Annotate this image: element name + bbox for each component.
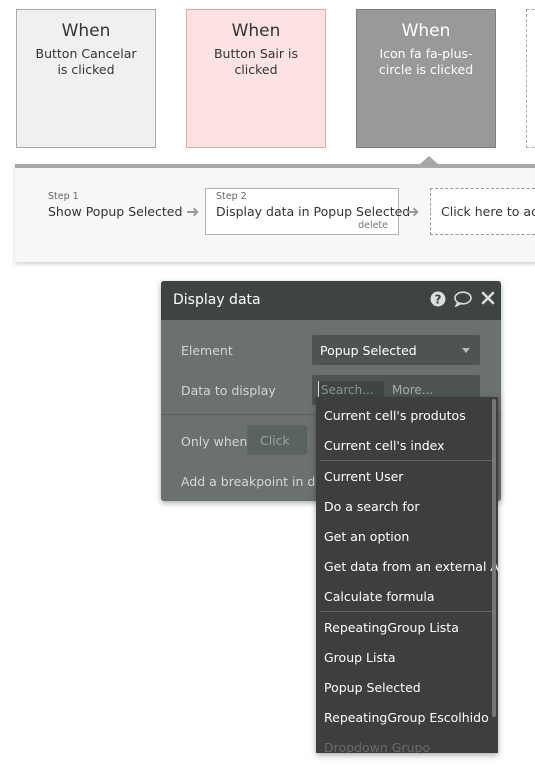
event-description: Button Cancelar is clicked bbox=[35, 46, 137, 77]
dropdown-item[interactable]: Get data from an external API bbox=[324, 559, 498, 574]
dropdown-item[interactable]: Current User bbox=[324, 469, 403, 484]
dropdown-item[interactable]: Current cell's index bbox=[324, 438, 445, 453]
dropdown-item[interactable]: Popup Selected bbox=[324, 680, 421, 695]
event-card-plus-circle[interactable]: When Icon fa fa-plus-circle is clicked bbox=[356, 9, 496, 148]
dropdown-item[interactable]: RepeatingGroup Escolhido bbox=[324, 710, 489, 725]
step-1-name[interactable]: Show Popup Selected bbox=[48, 204, 182, 219]
step-1-number: Step 1 bbox=[48, 191, 79, 202]
breakpoint-label[interactable]: Add a breakpoint in deb bbox=[181, 474, 331, 489]
event-card-cancelar[interactable]: When Button Cancelar is clicked bbox=[16, 9, 156, 148]
step-2-card[interactable]: Step 2 Display data in Popup Selected de… bbox=[205, 188, 410, 235]
dropdown-item[interactable]: Dropdown Grupo bbox=[324, 740, 430, 753]
step-delete-link[interactable]: delete bbox=[358, 220, 388, 231]
event-description: Button Sair is clicked bbox=[213, 46, 298, 77]
dropdown-separator bbox=[320, 611, 492, 612]
event-card-sair[interactable]: When Button Sair is clicked bbox=[186, 9, 326, 148]
add-step-button[interactable]: Click here to add bbox=[430, 188, 535, 235]
close-icon[interactable] bbox=[481, 291, 495, 309]
dropdown-separator bbox=[320, 460, 492, 461]
svg-text:?: ? bbox=[435, 293, 442, 307]
dropdown-item[interactable]: Group Lista bbox=[324, 650, 396, 665]
event-description: Icon fa fa-plus-circle is clicked bbox=[378, 46, 474, 77]
dropdown-item[interactable]: RepeatingGroup Lista bbox=[324, 620, 459, 635]
chevron-down-icon bbox=[462, 348, 470, 353]
element-dropdown[interactable]: Popup Selected bbox=[312, 335, 480, 365]
dropdown-item[interactable]: Do a search for bbox=[324, 499, 420, 514]
only-when-label: Only when bbox=[181, 434, 248, 449]
dropdown-item[interactable]: Get an option bbox=[324, 529, 409, 544]
event-when-label: When bbox=[401, 21, 451, 41]
selected-event-pointer bbox=[420, 156, 438, 164]
editor-header: Display data ? bbox=[161, 281, 501, 320]
arrow-right-icon: ➜ bbox=[186, 202, 200, 221]
data-source-dropdown[interactable]: Current cell's produtos Current cell's i… bbox=[316, 397, 498, 753]
event-when-label: When bbox=[61, 21, 111, 41]
comment-icon[interactable] bbox=[454, 291, 472, 311]
step-2-number: Step 2 bbox=[216, 191, 247, 202]
dropdown-item[interactable]: Calculate formula bbox=[324, 589, 435, 604]
dropdown-scrollbar[interactable] bbox=[492, 399, 496, 717]
question-circle-icon[interactable]: ? bbox=[430, 291, 446, 311]
data-to-display-label: Data to display bbox=[181, 383, 276, 398]
dropdown-item[interactable]: Current cell's produtos bbox=[324, 408, 466, 423]
element-value: Popup Selected bbox=[320, 343, 417, 358]
arrow-right-icon: ➜ bbox=[406, 202, 420, 221]
element-label: Element bbox=[181, 343, 233, 358]
event-when-label: When bbox=[231, 21, 281, 41]
more-link[interactable]: More... bbox=[392, 383, 433, 397]
step-2-name: Display data in Popup Selected bbox=[216, 204, 411, 219]
editor-title: Display data bbox=[173, 292, 261, 308]
add-event-card[interactable] bbox=[526, 9, 535, 148]
only-when-input[interactable]: Click bbox=[247, 425, 307, 455]
